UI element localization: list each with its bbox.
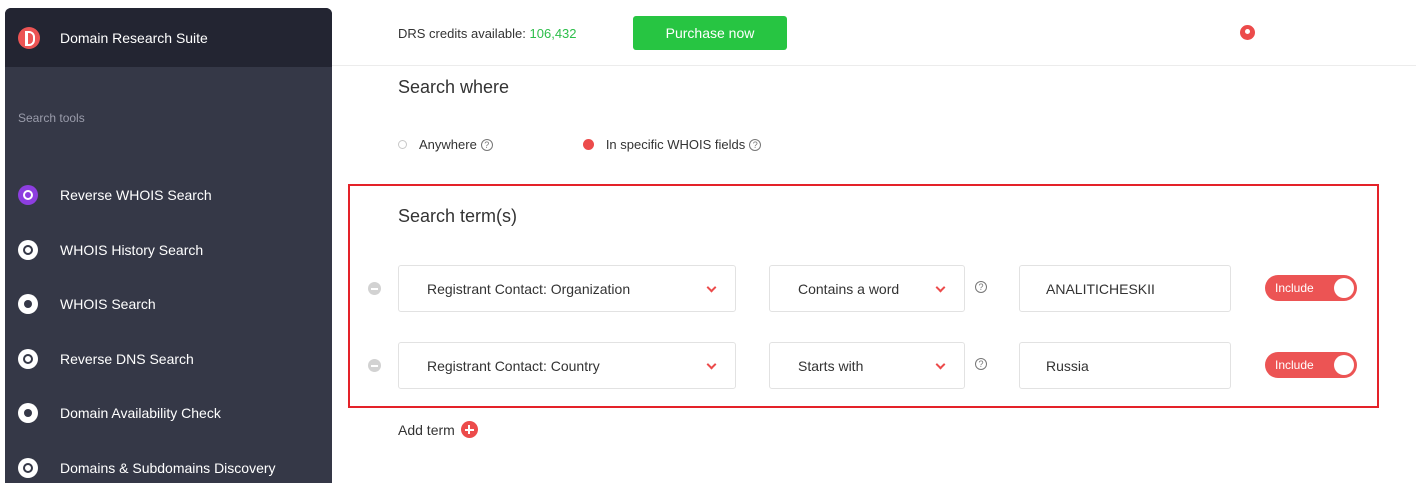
include-toggle-label: Include xyxy=(1275,281,1314,295)
operator-select-value: Contains a word xyxy=(798,280,900,297)
logo-icon[interactable] xyxy=(18,26,40,49)
credits-value: 106,432 xyxy=(529,26,577,41)
sidebar-item-reverse-dns[interactable]: Reverse DNS Search xyxy=(5,332,332,387)
discovery-icon xyxy=(18,457,38,478)
sidebar-item-subdomains-discovery[interactable]: Domains & Subdomains Discovery xyxy=(5,441,332,483)
sidebar-item-reverse-whois[interactable]: Reverse WHOIS Search xyxy=(5,168,332,223)
toggle-knob xyxy=(1334,355,1354,375)
add-term-label: Add term xyxy=(398,421,455,438)
credits-label: DRS credits available: xyxy=(398,26,526,41)
remove-term-button[interactable] xyxy=(368,359,381,372)
globe-icon xyxy=(18,348,38,369)
help-icon[interactable]: ? xyxy=(480,138,493,151)
help-icon[interactable]: ? xyxy=(975,358,987,370)
help-icon[interactable]: ? xyxy=(749,138,762,151)
search-where-heading: Search where xyxy=(398,77,510,97)
sidebar-item-label: Reverse WHOIS Search xyxy=(60,187,212,204)
chevron-down-icon xyxy=(706,359,717,370)
sidebar-section-label: Search tools xyxy=(18,111,85,125)
field-select[interactable]: Registrant Contact: Organization xyxy=(398,265,736,312)
sidebar-item-domain-availability[interactable]: Domain Availability Check xyxy=(5,386,332,441)
reverse-whois-icon xyxy=(18,185,38,206)
operator-select[interactable]: Starts with xyxy=(769,342,965,389)
history-icon xyxy=(18,239,38,260)
chevron-down-icon xyxy=(935,282,946,293)
credits-text: DRS credits available: 106,432 xyxy=(398,26,577,41)
term-value-input[interactable] xyxy=(1019,342,1231,389)
sidebar: Domain Research Suite Search tools Rever… xyxy=(5,8,332,483)
sidebar-header: Domain Research Suite xyxy=(5,8,332,67)
sidebar-item-label: Domains & Subdomains Discovery xyxy=(60,459,276,476)
sidebar-item-label: WHOIS History Search xyxy=(60,241,204,258)
include-toggle[interactable]: Include xyxy=(1265,352,1357,378)
search-terms-heading: Search term(s) xyxy=(398,206,518,226)
remove-term-button[interactable] xyxy=(368,282,381,295)
radio-specific-fields[interactable] xyxy=(582,139,594,150)
sidebar-item-label: Reverse DNS Search xyxy=(60,350,194,367)
term-value-input[interactable] xyxy=(1019,265,1231,312)
sidebar-item-whois-history[interactable]: WHOIS History Search xyxy=(5,223,332,278)
chevron-down-icon xyxy=(935,359,946,370)
radio-anywhere[interactable] xyxy=(398,140,407,149)
operator-select-value: Starts with xyxy=(798,357,864,374)
include-toggle[interactable]: Include xyxy=(1265,275,1357,301)
chevron-down-icon xyxy=(706,282,717,293)
user-icon[interactable] xyxy=(1240,25,1255,40)
exclamation-icon xyxy=(18,403,38,424)
add-term-button[interactable]: Add term xyxy=(398,421,478,438)
sidebar-item-label: WHOIS Search xyxy=(60,296,156,313)
radio-anywhere-label[interactable]: Anywhere xyxy=(419,137,477,152)
help-icon[interactable]: ? xyxy=(975,281,987,293)
search-where-options: Anywhere ? In specific WHOIS fields ? xyxy=(398,137,762,152)
top-bar: DRS credits available: 106,432 Purchase … xyxy=(332,0,1416,66)
operator-select[interactable]: Contains a word xyxy=(769,265,965,312)
field-select-value: Registrant Contact: Organization xyxy=(427,280,631,297)
plus-icon xyxy=(460,421,478,438)
sidebar-item-label: Domain Availability Check xyxy=(60,405,221,422)
field-select[interactable]: Registrant Contact: Country xyxy=(398,342,736,389)
field-select-value: Registrant Contact: Country xyxy=(427,357,600,374)
purchase-button[interactable]: Purchase now xyxy=(633,16,787,50)
radio-specific-fields-label[interactable]: In specific WHOIS fields xyxy=(606,137,745,152)
include-toggle-label: Include xyxy=(1275,358,1314,372)
user-circle-icon xyxy=(18,294,38,315)
sidebar-nav: Reverse WHOIS Search WHOIS History Searc… xyxy=(5,168,332,483)
app-title[interactable]: Domain Research Suite xyxy=(60,30,208,46)
sidebar-item-whois-search[interactable]: WHOIS Search xyxy=(5,277,332,332)
toggle-knob xyxy=(1334,278,1354,298)
